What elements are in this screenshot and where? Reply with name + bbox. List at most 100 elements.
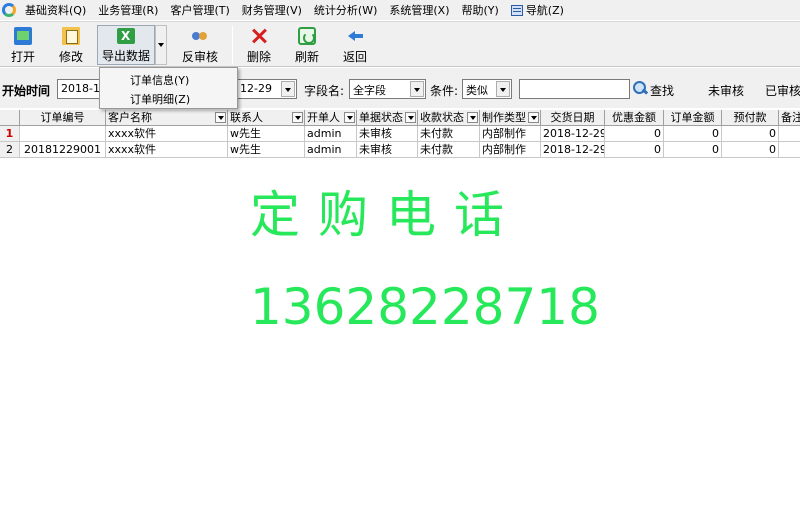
condition-select[interactable]: 类似: [462, 79, 512, 99]
end-date-value: 12-29: [240, 82, 272, 95]
menu-system[interactable]: 系统管理(X): [383, 2, 455, 18]
chevron-down-icon[interactable]: [215, 112, 226, 123]
search-button[interactable]: 查找: [650, 82, 674, 99]
column-header[interactable]: 优惠金额: [605, 110, 664, 126]
excel-export-icon: [117, 28, 135, 44]
table-row[interactable]: 1 xxxx软件 w先生 admin 未审核 未付款 内部制作 2018-12-…: [0, 126, 800, 142]
chevron-down-icon[interactable]: [405, 112, 416, 123]
grid-cell: admin: [305, 142, 357, 158]
menu-statistics[interactable]: 统计分析(W): [308, 2, 383, 18]
column-header[interactable]: 订单编号: [20, 110, 106, 126]
grid-cell: 未审核: [357, 126, 418, 142]
grid-cell: 未审核: [357, 142, 418, 158]
open-icon: [14, 27, 32, 45]
menu-finance[interactable]: 财务管理(V): [236, 2, 308, 18]
unaudited-filter[interactable]: 未审核: [708, 82, 744, 99]
end-date-picker[interactable]: 12-29: [236, 79, 297, 99]
grid-header: 订单编号 客户名称 联系人 开单人 单据状态 收款状态 制作类型 交货日期 优惠…: [0, 110, 800, 126]
unaudit-label: 反审核: [181, 50, 218, 64]
edit-button[interactable]: 修改: [52, 25, 90, 65]
column-header[interactable]: 联系人: [228, 110, 305, 126]
search-input[interactable]: [519, 79, 630, 99]
table-row[interactable]: 2 20181229001 xxxx软件 w先生 admin 未审核 未付款 内…: [0, 142, 800, 158]
grid-cell: [779, 142, 800, 158]
grid-cell: admin: [305, 126, 357, 142]
column-header[interactable]: 客户名称: [106, 110, 228, 126]
grid-cell: w先生: [228, 126, 305, 142]
menu-item-order-info[interactable]: 订单信息(Y): [130, 72, 189, 88]
edit-label: 修改: [58, 50, 83, 64]
unaudit-button[interactable]: 反审核: [180, 25, 220, 65]
export-dropdown-arrow[interactable]: [155, 25, 167, 65]
menu-customer[interactable]: 客户管理(T): [164, 2, 235, 18]
field-name-label: 字段名:: [304, 84, 345, 98]
chevron-down-icon[interactable]: [344, 112, 355, 123]
chevron-down-icon[interactable]: [496, 81, 510, 97]
start-time-label: 开始时间: [2, 84, 51, 98]
grid-cell: xxxx软件: [106, 142, 228, 158]
app-logo-icon: [2, 3, 16, 17]
grid-cell: 0: [722, 142, 779, 158]
menu-item-order-detail[interactable]: 订单明细(Z): [130, 91, 190, 107]
condition-label: 条件:: [430, 84, 459, 98]
refresh-label: 刷新: [294, 50, 319, 64]
open-button[interactable]: 打开: [4, 25, 42, 65]
column-header[interactable]: 交货日期: [541, 110, 605, 126]
toolbar: 打开 修改 导出数据 反审核 删除 刷新 返回: [0, 21, 800, 67]
menu-help[interactable]: 帮助(Y): [456, 2, 505, 18]
grid-cell: 0: [664, 126, 722, 142]
search-icon[interactable]: [633, 81, 647, 95]
grid-cell: xxxx软件: [106, 126, 228, 142]
refresh-icon: [298, 27, 316, 45]
chevron-down-icon[interactable]: [281, 81, 295, 97]
back-button[interactable]: 返回: [338, 25, 372, 65]
column-header[interactable]: 单据状态: [357, 110, 418, 126]
column-header[interactable]: 收款状态: [418, 110, 480, 126]
menu-basic-data[interactable]: 基础资料(Q): [19, 2, 92, 18]
column-header[interactable]: 制作类型: [480, 110, 541, 126]
delete-label: 删除: [246, 50, 271, 64]
export-dropdown-menu: 订单信息(Y) 订单明细(Z): [99, 67, 238, 109]
start-date-input[interactable]: 2018-11-: [57, 79, 103, 99]
grid-cell: [779, 126, 800, 142]
order-phone-number: 13628228718: [250, 278, 600, 336]
refresh-button[interactable]: 刷新: [290, 25, 324, 65]
unaudit-icon: [191, 27, 209, 45]
delete-button[interactable]: 删除: [243, 25, 275, 65]
navigation-icon: [510, 4, 523, 16]
chevron-down-icon[interactable]: [292, 112, 303, 123]
column-header[interactable]: 备注: [779, 110, 800, 126]
chevron-down-icon[interactable]: [467, 112, 478, 123]
grid-cell: 未付款: [418, 142, 480, 158]
chevron-down-icon[interactable]: [410, 81, 424, 97]
grid-cell: 0: [605, 126, 664, 142]
menu-navigation[interactable]: 导航(Z): [505, 2, 570, 18]
chevron-down-icon[interactable]: [528, 112, 539, 123]
condition-value: 类似: [466, 84, 488, 97]
grid-cell: 0: [605, 142, 664, 158]
order-phone-title: 定购电话: [250, 186, 522, 244]
open-label: 打开: [10, 50, 35, 64]
row-number: 2: [0, 142, 20, 158]
grid-cell: 2018-12-29: [541, 126, 605, 142]
grid-cell: 20181229001: [20, 142, 106, 158]
audited-filter[interactable]: 已审核: [765, 82, 800, 99]
field-name-value: 全字段: [353, 84, 386, 97]
row-number: 1: [0, 126, 20, 142]
grid-cell: 0: [722, 126, 779, 142]
column-header[interactable]: 开单人: [305, 110, 357, 126]
grid-cell: 0: [664, 142, 722, 158]
grid-cell: 2018-12-29: [541, 142, 605, 158]
column-header[interactable]: 预付款: [722, 110, 779, 126]
menu-bar: 基础资料(Q) 业务管理(R) 客户管理(T) 财务管理(V) 统计分析(W) …: [0, 0, 800, 20]
field-name-select[interactable]: 全字段: [349, 79, 426, 99]
grid-cell: w先生: [228, 142, 305, 158]
export-button[interactable]: 导出数据: [97, 25, 155, 65]
column-header[interactable]: 订单金额: [664, 110, 722, 126]
toolbar-separator: [232, 26, 233, 64]
back-arrow-icon: [346, 27, 364, 45]
menu-navigation-label: 导航(Z): [525, 4, 564, 17]
menu-business[interactable]: 业务管理(R): [92, 2, 164, 18]
delete-icon: [250, 27, 268, 45]
grid-cell: 未付款: [418, 126, 480, 142]
